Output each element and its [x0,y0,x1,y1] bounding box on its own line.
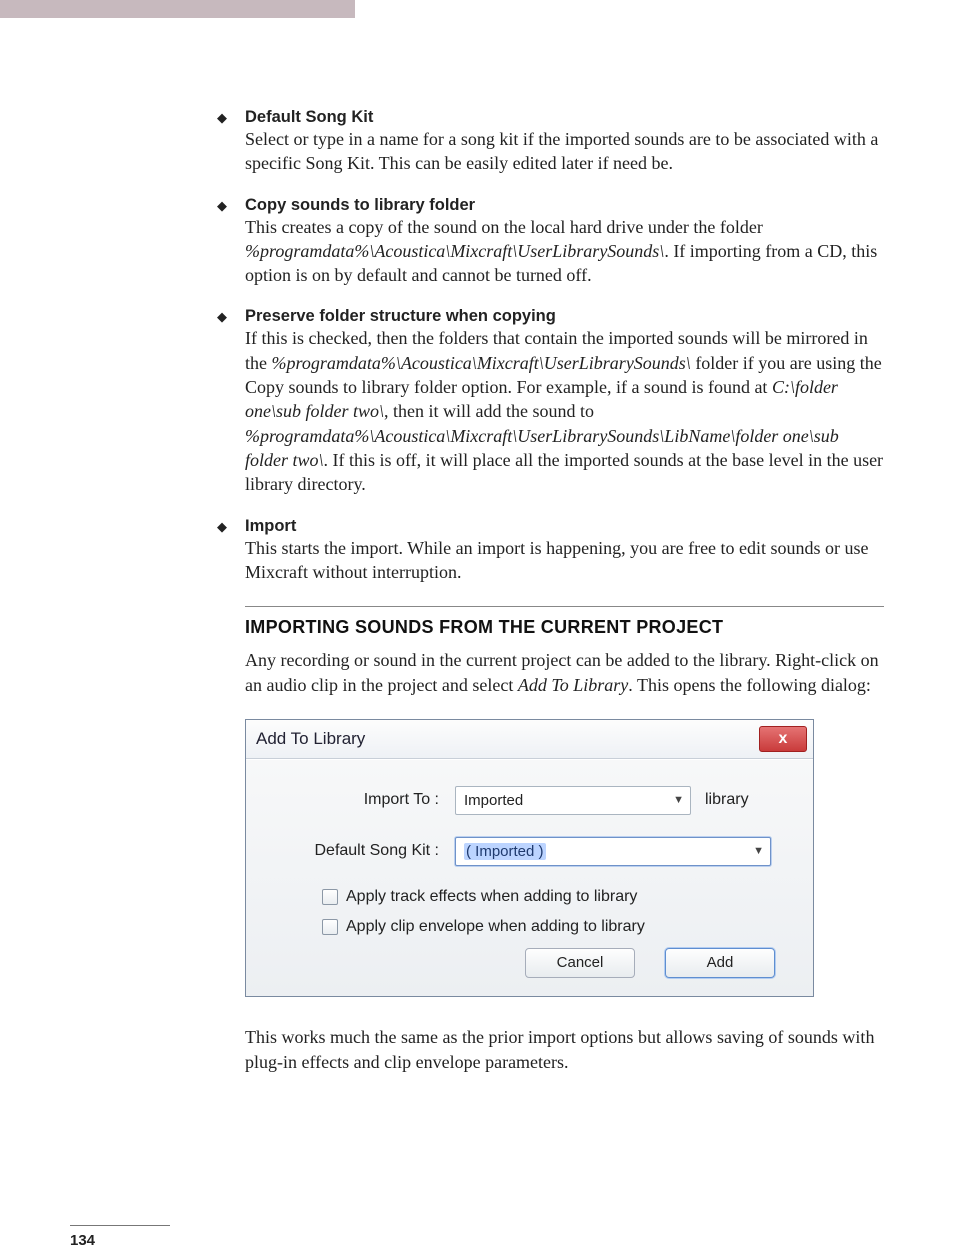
dialog-body: Import To : Imported ▼ library Default S… [246,759,813,996]
dialog-title-text: Add To Library [256,729,365,749]
header-tab [0,0,355,18]
cancel-button[interactable]: Cancel [525,948,635,978]
diamond-icon: ◆ [217,309,227,325]
apply-track-effects-checkbox[interactable] [322,889,338,905]
dropdown-value: Imported [464,792,523,809]
chevron-down-icon: ▼ [753,845,764,857]
section-heading: IMPORTING SOUNDS FROM THE CURRENT PROJEC… [245,617,884,638]
checkbox-label: Apply track effects when adding to libra… [346,888,637,906]
section-body: Any recording or sound in the current pr… [245,648,884,698]
bullet-body: Select or type in a name for a song kit … [245,127,884,176]
text: , then it will add the sound to [384,401,594,421]
checkbox-label: Apply clip envelope when adding to libra… [346,918,645,936]
text: . If this is off, it will place all the … [245,450,883,494]
section-rule [245,606,884,607]
dialog-titlebar: Add To Library x [246,720,813,759]
bullet-copy-sounds: ◆ Copy sounds to library folder This cre… [245,196,884,288]
close-icon: x [779,730,788,748]
bullet-body: This creates a copy of the sound on the … [245,215,884,288]
page-number: 134 [70,1225,170,1249]
bullet-title: Preserve folder structure when copying [245,307,556,325]
button-label: Cancel [557,954,604,971]
diamond-icon: ◆ [217,110,227,126]
diamond-icon: ◆ [217,198,227,214]
page-content: ◆ Default Song Kit Select or type in a n… [0,18,954,1115]
bullet-body: If this is checked, then the folders tha… [245,326,884,496]
close-button[interactable]: x [759,726,807,752]
song-kit-label: Default Song Kit : [264,842,455,860]
import-to-label: Import To : [264,791,455,809]
import-to-dropdown[interactable]: Imported ▼ [455,786,691,815]
import-to-row: Import To : Imported ▼ library [264,786,795,815]
bullet-title: Default Song Kit [245,108,373,126]
add-to-library-dialog: Add To Library x Import To : Imported ▼ … [245,719,814,997]
bullet-body: This starts the import. While an import … [245,536,884,585]
button-label: Add [707,954,734,971]
bullet-default-song-kit: ◆ Default Song Kit Select or type in a n… [245,108,884,176]
apply-clip-envelope-checkbox[interactable] [322,919,338,935]
text: This creates a copy of the sound on the … [245,217,763,237]
path-text: %programdata%\Acoustica\Mixcraft\UserLib… [245,241,664,261]
apply-track-effects-row: Apply track effects when adding to libra… [322,888,795,906]
text: . This opens the following dialog: [628,675,871,695]
path-text: %programdata%\Acoustica\Mixcraft\UserLib… [272,353,691,373]
import-to-suffix: library [705,791,749,809]
dialog-buttons: Cancel Add [264,948,795,978]
song-kit-dropdown[interactable]: ( Imported ) ▼ [455,837,771,866]
section-after-text: This works much the same as the prior im… [245,1025,884,1075]
chevron-down-icon: ▼ [673,794,684,806]
bullet-title: Copy sounds to library folder [245,196,475,214]
menu-item-text: Add To Library [518,675,628,695]
bullet-preserve-folder: ◆ Preserve folder structure when copying… [245,307,884,496]
apply-clip-envelope-row: Apply clip envelope when adding to libra… [322,918,795,936]
diamond-icon: ◆ [217,519,227,535]
add-button[interactable]: Add [665,948,775,978]
dropdown-value: ( Imported ) [464,843,546,860]
bullet-import: ◆ Import This starts the import. While a… [245,517,884,585]
song-kit-row: Default Song Kit : ( Imported ) ▼ [264,837,795,866]
bullet-title: Import [245,517,296,535]
